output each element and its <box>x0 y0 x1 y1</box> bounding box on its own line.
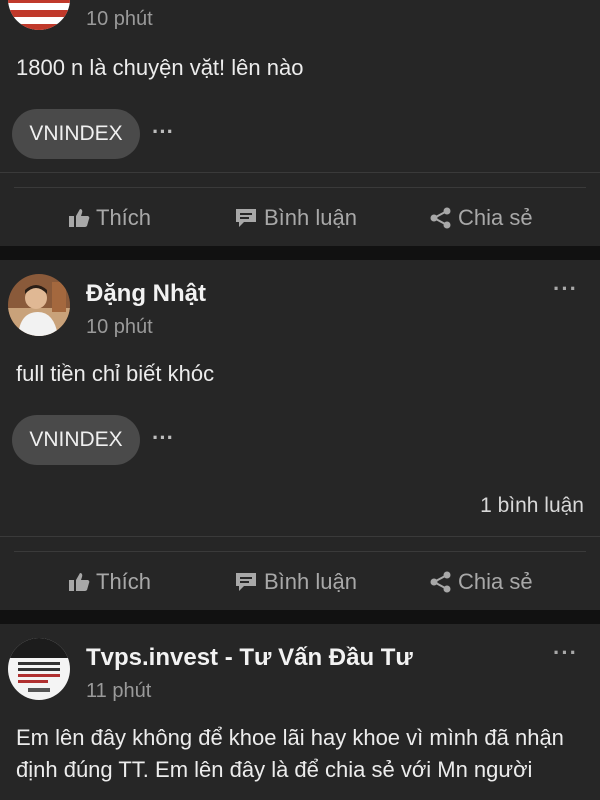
more-horizontal-icon[interactable]: ··· <box>553 276 578 302</box>
comment-icon <box>236 573 256 591</box>
post-content: 1800 n là chuyện vặt! lên nào <box>16 55 304 80</box>
post-actions: Thích Bình luận Chia sẻ <box>0 188 600 248</box>
post-actions: Thích Bình luận Chia sẻ <box>0 552 600 612</box>
share-label: Chia sẻ <box>458 205 533 230</box>
post-time: 11 phút <box>86 680 152 702</box>
post-content: full tiền chỉ biết khóc <box>16 361 215 386</box>
comment-label: Bình luận <box>264 205 357 230</box>
comment-button[interactable]: Bình luận <box>234 188 357 248</box>
share-icon <box>430 207 451 229</box>
more-horizontal-icon[interactable]: ··· <box>152 119 174 145</box>
post-time: 10 phút <box>86 8 153 30</box>
comment-count[interactable]: 1 bình luận <box>480 494 584 518</box>
like-button[interactable]: Thích <box>68 188 151 248</box>
comment-label: Bình luận <box>264 569 357 594</box>
post-card: Đặng Nhật ··· 10 phút full tiền chỉ biết… <box>0 260 600 610</box>
avatar[interactable] <box>8 274 70 336</box>
divider <box>0 172 600 173</box>
more-horizontal-icon[interactable]: ··· <box>553 640 578 666</box>
thumbs-up-icon <box>69 573 90 591</box>
more-horizontal-icon[interactable]: ··· <box>152 425 174 451</box>
share-label: Chia sẻ <box>458 569 533 594</box>
like-label: Thích <box>96 205 152 230</box>
thumbs-up-icon <box>69 209 90 227</box>
author-name[interactable]: Tvps.invest - Tư Vấn Đầu Tư <box>86 644 413 672</box>
post-card: Tvps.invest - Tư Vấn Đầu Tư ··· 11 phút … <box>0 624 600 800</box>
share-button[interactable]: Chia sẻ <box>430 188 533 248</box>
post-content: Em lên đây không để khoe lãi hay khoe vì… <box>16 725 564 782</box>
divider <box>0 536 600 537</box>
avatar[interactable] <box>8 0 70 30</box>
share-button[interactable]: Chia sẻ <box>430 552 533 612</box>
avatar[interactable] <box>8 638 70 700</box>
like-label: Thích <box>96 569 152 594</box>
tag-chip[interactable]: VNINDEX <box>12 109 140 159</box>
author-name[interactable]: Đặng Nhật <box>86 280 206 308</box>
post-time: 10 phút <box>86 316 153 338</box>
like-button[interactable]: Thích <box>68 552 151 612</box>
comment-button[interactable]: Bình luận <box>234 552 357 612</box>
share-icon <box>430 571 451 593</box>
tag-chip[interactable]: VNINDEX <box>12 415 140 465</box>
post-card: 10 phút 1800 n là chuyện vặt! lên nào VN… <box>0 0 600 246</box>
comment-icon <box>236 209 256 227</box>
